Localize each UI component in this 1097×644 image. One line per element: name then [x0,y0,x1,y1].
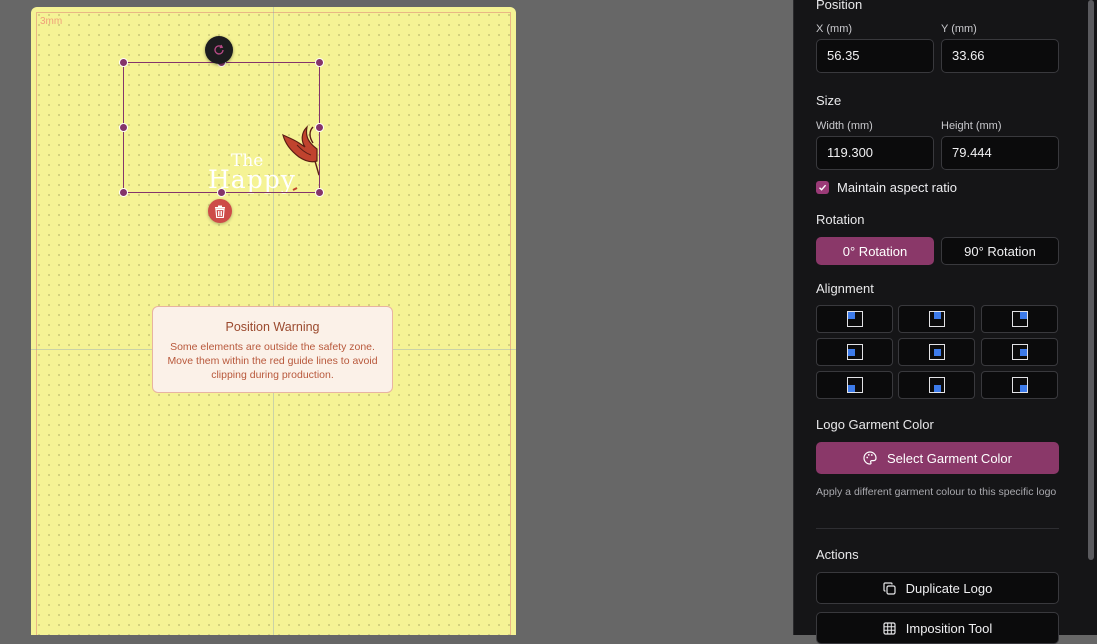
rotate-icon [214,44,224,55]
align-marker [848,385,855,392]
properties-panel: Position X (mm) Y (mm) 56.35 33.66 Size … [793,0,1097,644]
section-divider [816,528,1059,529]
align-top-center-button[interactable] [898,305,975,333]
align-frame-icon [1012,344,1028,360]
rotation-0-label: 0° Rotation [842,243,908,259]
y-label: Y (mm) [941,23,977,35]
resize-handle-bottom-right[interactable] [315,188,324,197]
align-marker [933,312,941,319]
resize-handle-top-right[interactable] [315,58,324,67]
align-frame-icon [1012,377,1028,393]
align-frame-icon [1012,311,1028,327]
position-warning: Position Warning Some elements are outsi… [152,306,393,393]
select-garment-color-label: Select Garment Color [887,450,1012,466]
align-marker [1020,348,1027,356]
align-bottom-left-button[interactable] [816,371,893,399]
design-canvas[interactable]: 3mm The Happy Position Warning Some elem… [0,0,793,635]
select-garment-color-button[interactable]: Select Garment Color [816,442,1059,474]
height-label: Height (mm) [941,120,1002,132]
size-section-title: Size [816,93,842,108]
garment-color-help-text: Apply a different garment colour to this… [816,486,1057,498]
rotate-handle[interactable] [205,36,233,64]
checkmark-icon [819,184,827,191]
alignment-section-title: Alignment [816,281,874,296]
resize-handle-left[interactable] [119,123,128,132]
align-frame-icon [929,311,945,327]
resize-handle-right[interactable] [315,123,324,132]
align-frame-icon [847,344,863,360]
x-position-input[interactable]: 56.35 [816,39,934,73]
warning-message: Some elements are outside the safety zon… [167,341,378,381]
align-top-right-button[interactable] [981,305,1058,333]
resize-handle-bottom[interactable] [217,188,226,197]
align-marker [1020,312,1027,319]
height-input[interactable]: 79.444 [941,136,1059,170]
actions-section-title: Actions [816,547,859,562]
align-frame-icon [929,344,945,360]
resize-handle-bottom-left[interactable] [119,188,128,197]
align-bottom-right-button[interactable] [981,371,1058,399]
width-input[interactable]: 119.300 [816,136,934,170]
aspect-ratio-label: Maintain aspect ratio [837,180,957,195]
imposition-tool-label: Imposition Tool [905,620,993,636]
align-marker [848,348,855,356]
garment-color-section-title: Logo Garment Color [816,417,934,432]
aspect-ratio-checkbox[interactable] [816,181,829,194]
align-frame-icon [847,377,863,393]
warning-title: Position Warning [225,320,320,334]
trash-icon [215,205,225,218]
imposition-tool-button[interactable]: Imposition Tool [816,612,1059,644]
y-position-input[interactable]: 33.66 [941,39,1059,73]
rotation-90-label: 90° Rotation [964,243,1036,259]
width-label: Width (mm) [816,120,873,132]
logo-selection-box[interactable] [119,58,324,197]
align-marker [933,385,941,392]
align-marker [933,348,941,356]
align-middle-right-button[interactable] [981,338,1058,366]
rotation-90-button[interactable]: 90° Rotation [941,237,1059,265]
palette-icon [863,451,877,465]
rotation-0-button[interactable]: 0° Rotation [816,237,934,265]
delete-logo-button[interactable] [208,199,232,223]
align-frame-icon [847,311,863,327]
copy-icon [883,581,896,595]
bleed-label: 3mm [40,16,63,27]
grid-icon [883,621,896,635]
align-top-left-button[interactable] [816,305,893,333]
resize-handle-top-left[interactable] [119,58,128,67]
align-bottom-center-button[interactable] [898,371,975,399]
garment-artboard[interactable]: 3mm The Happy Position Warning Some elem… [31,7,516,635]
position-section-title: Position [816,0,863,12]
rotation-section-title: Rotation [816,212,865,227]
align-center-button[interactable] [898,338,975,366]
align-frame-icon [929,377,945,393]
duplicate-logo-label: Duplicate Logo [905,580,993,596]
align-marker [1020,385,1027,392]
maintain-aspect-ratio-option[interactable]: Maintain aspect ratio [816,180,957,195]
panel-scrollbar[interactable] [1088,0,1094,560]
duplicate-logo-button[interactable]: Duplicate Logo [816,572,1059,604]
align-marker [848,312,855,319]
x-label: X (mm) [816,23,853,35]
align-middle-left-button[interactable] [816,338,893,366]
